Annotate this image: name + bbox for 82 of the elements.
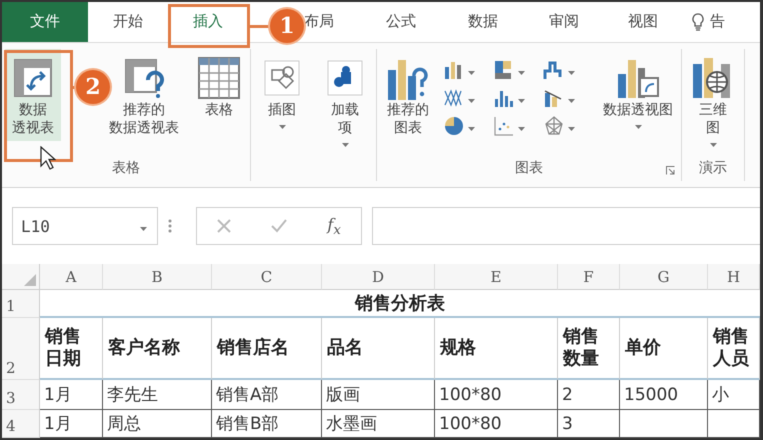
tell-me-field[interactable]: 告 bbox=[682, 2, 760, 42]
ribbon-command-button[interactable]: 表格 bbox=[191, 48, 247, 123]
row-header[interactable]: 2 bbox=[2, 318, 40, 380]
table-cell: 销售A部 bbox=[212, 380, 322, 410]
ribbon-command-button[interactable]: 三维 图 bbox=[685, 48, 741, 152]
table-cell: 水墨画 bbox=[322, 410, 435, 438]
ribbon-command-button[interactable]: 加载 项 bbox=[317, 48, 373, 152]
table-header-cell: 规格 bbox=[435, 318, 558, 380]
ribbon-command-button[interactable]: 数据透视图 bbox=[598, 48, 678, 133]
group-label: 图表 bbox=[515, 159, 543, 178]
table-cell: 100*80 bbox=[435, 380, 558, 410]
more-options-icon bbox=[168, 218, 172, 234]
caret-icon bbox=[518, 70, 525, 75]
row-header[interactable]: 4 bbox=[2, 410, 40, 438]
table-header-cell: 销售数量 bbox=[558, 318, 620, 380]
column-header[interactable]: H bbox=[708, 264, 760, 290]
mouse-cursor-icon bbox=[40, 146, 56, 170]
table-cell: 3 bbox=[558, 410, 620, 438]
table-cell: 100*80 bbox=[435, 410, 558, 438]
caret-icon bbox=[468, 70, 475, 75]
table-cell: 周总 bbox=[103, 410, 212, 438]
check-icon[interactable] bbox=[271, 219, 288, 234]
row-header[interactable]: 1 bbox=[2, 290, 40, 318]
table-header-cell: 单价 bbox=[620, 318, 708, 380]
ribbon-command-button[interactable]: 插图 bbox=[254, 48, 310, 133]
table-header-cell: 品名 bbox=[322, 318, 435, 380]
ribbon-tab[interactable]: 公式 bbox=[360, 2, 442, 42]
pie-chart-icon[interactable] bbox=[443, 114, 465, 137]
column-header[interactable]: A bbox=[40, 264, 103, 290]
caret-icon bbox=[568, 126, 575, 131]
table-cell: 李先生 bbox=[103, 380, 212, 410]
scatter-chart-icon[interactable] bbox=[493, 114, 515, 137]
corner-triangle-icon bbox=[24, 274, 36, 286]
caret-icon bbox=[140, 227, 147, 232]
table-cell bbox=[708, 410, 760, 438]
table-header-cell: 客户名称 bbox=[103, 318, 212, 380]
caret-icon bbox=[468, 98, 475, 103]
ribbon-tab[interactable]: 数据 bbox=[442, 2, 524, 42]
dialog-launcher-icon[interactable] bbox=[666, 166, 675, 176]
table-cell: 版画 bbox=[322, 380, 435, 410]
ribbon-tab[interactable]: 开始 bbox=[88, 2, 168, 42]
ribbon-tab[interactable]: 审阅 bbox=[524, 2, 604, 42]
step-badge: 2 bbox=[76, 70, 110, 104]
table-header-cell: 销售日期 bbox=[40, 318, 103, 380]
caret-icon bbox=[468, 126, 475, 131]
formula-input[interactable] bbox=[372, 207, 760, 246]
add-in-icon bbox=[327, 60, 363, 96]
step-badge: 1 bbox=[270, 9, 304, 43]
group-label: 表格 bbox=[112, 159, 140, 178]
table-cell: 15000 bbox=[620, 380, 708, 410]
table-cell: 小 bbox=[708, 380, 760, 410]
column-header[interactable]: B bbox=[103, 264, 212, 290]
group-label: 演示 bbox=[699, 159, 727, 178]
caret-icon bbox=[518, 126, 525, 131]
table-cell: 销售B部 bbox=[212, 410, 322, 438]
column-header[interactable]: E bbox=[435, 264, 558, 290]
table-header-cell: 销售人员 bbox=[708, 318, 760, 380]
radar-chart-icon[interactable] bbox=[543, 114, 565, 137]
table-cell: 2 bbox=[558, 380, 620, 410]
row-header[interactable]: 3 bbox=[2, 380, 40, 410]
ribbon-command-button[interactable]: 推荐的 图表 bbox=[380, 48, 436, 142]
caret-icon bbox=[518, 98, 525, 103]
table-header-cell: 销售店名 bbox=[212, 318, 322, 380]
column-header[interactable]: F bbox=[558, 264, 620, 290]
table-cell: 1月 bbox=[40, 410, 103, 438]
ribbon-tab[interactable]: 文件 bbox=[2, 2, 88, 42]
name-box[interactable]: L10 bbox=[12, 207, 158, 246]
lightbulb-icon bbox=[692, 12, 704, 31]
ribbon-tab[interactable]: 视图 bbox=[604, 2, 682, 42]
table-icon bbox=[198, 56, 240, 99]
table-cell: 1月 bbox=[40, 380, 103, 410]
pivot-table-icon bbox=[124, 58, 164, 98]
column-header[interactable]: C bbox=[212, 264, 322, 290]
caret-icon bbox=[568, 70, 575, 75]
pivot-table-icon bbox=[13, 58, 53, 98]
column-header[interactable]: D bbox=[322, 264, 435, 290]
shapes-icon bbox=[264, 60, 300, 96]
column-header[interactable]: G bbox=[620, 264, 708, 290]
ribbon-command-button[interactable]: 数据 透视表 bbox=[5, 48, 61, 142]
caret-icon bbox=[568, 98, 575, 103]
sheet-title: 销售分析表 bbox=[40, 290, 760, 318]
insert-function-button[interactable]: f$_{x}$ bbox=[327, 214, 341, 238]
